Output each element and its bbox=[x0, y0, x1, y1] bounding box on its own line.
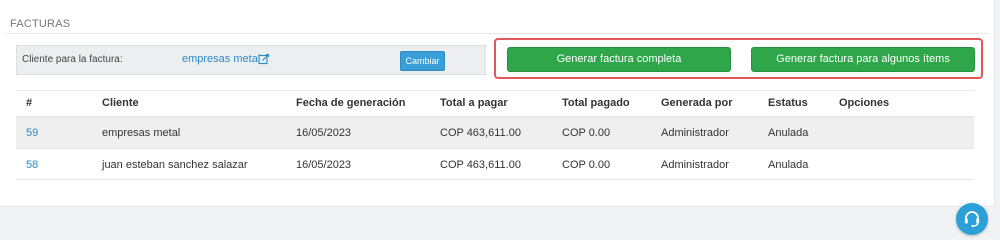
invoice-id-link[interactable]: 58 bbox=[26, 159, 38, 171]
external-edit-icon[interactable] bbox=[258, 52, 270, 65]
column-header-options: Opciones bbox=[839, 97, 890, 109]
column-header-date: Fecha de generación bbox=[296, 97, 406, 109]
cell-date: 16/05/2023 bbox=[296, 159, 352, 171]
title-divider bbox=[6, 33, 990, 34]
cell-total: COP 463,611.00 bbox=[440, 127, 521, 139]
cell-generated-by: Administrador bbox=[661, 159, 729, 171]
cell-paid: COP 0.00 bbox=[562, 159, 611, 171]
cell-status: Anulada bbox=[768, 127, 809, 139]
cell-generated-by: Administrador bbox=[661, 127, 729, 139]
cell-date: 16/05/2023 bbox=[296, 127, 352, 139]
change-client-button[interactable]: Cambiar bbox=[400, 51, 445, 71]
column-header-generated-by: Generada por bbox=[661, 97, 733, 109]
cell-client: juan esteban sanchez salazar bbox=[102, 159, 248, 171]
generate-partial-invoice-button[interactable]: Generar factura para algunos ítems bbox=[751, 47, 975, 72]
invoice-id-link[interactable]: 59 bbox=[26, 127, 38, 139]
column-header-status: Estatus bbox=[768, 97, 808, 109]
cell-client: empresas metal bbox=[102, 127, 181, 139]
cell-paid: COP 0.00 bbox=[562, 127, 611, 139]
cell-status: Anulada bbox=[768, 159, 809, 171]
table-header: # Cliente Fecha de generación Total a pa… bbox=[16, 90, 974, 116]
client-selector: Cliente para la factura: empresas metal … bbox=[16, 45, 486, 75]
client-name-link[interactable]: empresas metal bbox=[182, 53, 260, 65]
panel-title: FACTURAS bbox=[10, 18, 71, 30]
cell-total: COP 463,611.00 bbox=[440, 159, 521, 171]
column-header-client: Cliente bbox=[102, 97, 139, 109]
generate-full-invoice-button[interactable]: Generar factura completa bbox=[507, 47, 731, 72]
table-row: 59 empresas metal 16/05/2023 COP 463,611… bbox=[16, 116, 974, 148]
column-header-id: # bbox=[26, 97, 33, 109]
client-label: Cliente para la factura: bbox=[22, 54, 123, 65]
invoices-panel: FACTURAS Cliente para la factura: empres… bbox=[0, 0, 995, 207]
table-row: 58 juan esteban sanchez salazar 16/05/20… bbox=[16, 148, 974, 180]
column-header-total: Total a pagar bbox=[440, 97, 508, 109]
column-header-paid: Total pagado bbox=[562, 97, 630, 109]
headset-support-icon[interactable] bbox=[956, 203, 988, 235]
